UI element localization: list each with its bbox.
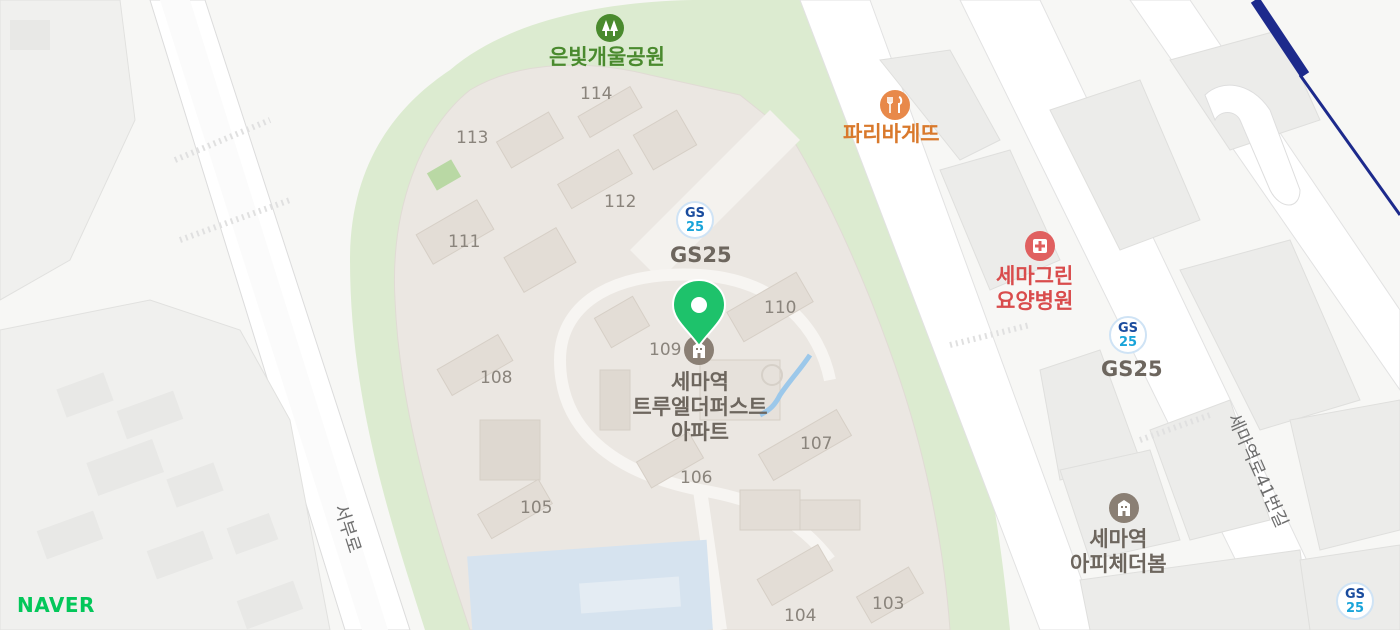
park-label[interactable]: 은빛개울공원 [549, 45, 665, 70]
building-number: 112 [604, 192, 637, 212]
gs-number: 25 [1345, 601, 1365, 616]
building-number: 105 [520, 498, 553, 518]
map-canvas[interactable]: 114 113 112 111 110 109 108 107 106 105 … [0, 0, 1400, 630]
apartment-label-line: 세마역 [1089, 527, 1148, 551]
bakery-label[interactable]: 파리바게뜨 [843, 122, 940, 147]
selected-place-label[interactable]: 세마역 트루엘더퍼스트 아파트 [624, 370, 776, 446]
gs25-store-icon[interactable]: GS 25 [1336, 582, 1374, 620]
building-number: 106 [680, 468, 713, 488]
hospital-label-line: 세마그린 [996, 264, 1074, 288]
restaurant-icon[interactable] [879, 89, 911, 121]
building-number: 110 [764, 298, 797, 318]
park-tree-icon[interactable] [595, 13, 625, 43]
gs-number: 25 [685, 220, 705, 235]
gs25-store-icon[interactable]: GS 25 [676, 201, 714, 239]
gs-text: GS [684, 206, 706, 221]
naver-logo[interactable]: NAVER [17, 593, 95, 617]
gs-text: GS [1117, 321, 1139, 336]
gs-text: GS [1344, 587, 1366, 602]
selected-place-label-line: 트루엘더퍼스트 [632, 395, 768, 420]
hospital-label-line: 요양병원 [996, 289, 1074, 314]
building-number: 103 [872, 594, 905, 614]
location-pin-icon[interactable] [670, 278, 728, 350]
building-number: 113 [456, 128, 489, 148]
building-number: 111 [448, 232, 481, 252]
gs25-label[interactable]: GS25 [670, 243, 732, 268]
gs25-label[interactable]: GS25 [1101, 357, 1163, 382]
hospital-label[interactable]: 세마그린 요양병원 [996, 264, 1073, 314]
apartment-icon[interactable] [1108, 492, 1140, 524]
apartment-label[interactable]: 세마역 아피체더봄 [1070, 527, 1167, 577]
selected-place-label-line: 세마역 [671, 370, 729, 394]
apartment-label-line: 아피체더봄 [1070, 552, 1167, 577]
hospital-icon[interactable] [1024, 230, 1056, 262]
building-number: 114 [580, 84, 613, 104]
gs-number: 25 [1118, 335, 1138, 350]
gs25-store-icon[interactable]: GS 25 [1109, 316, 1147, 354]
building-number: 107 [800, 434, 833, 454]
building-number: 104 [784, 606, 817, 626]
selected-place-label-line: 아파트 [671, 420, 729, 445]
building-number: 108 [480, 368, 513, 388]
